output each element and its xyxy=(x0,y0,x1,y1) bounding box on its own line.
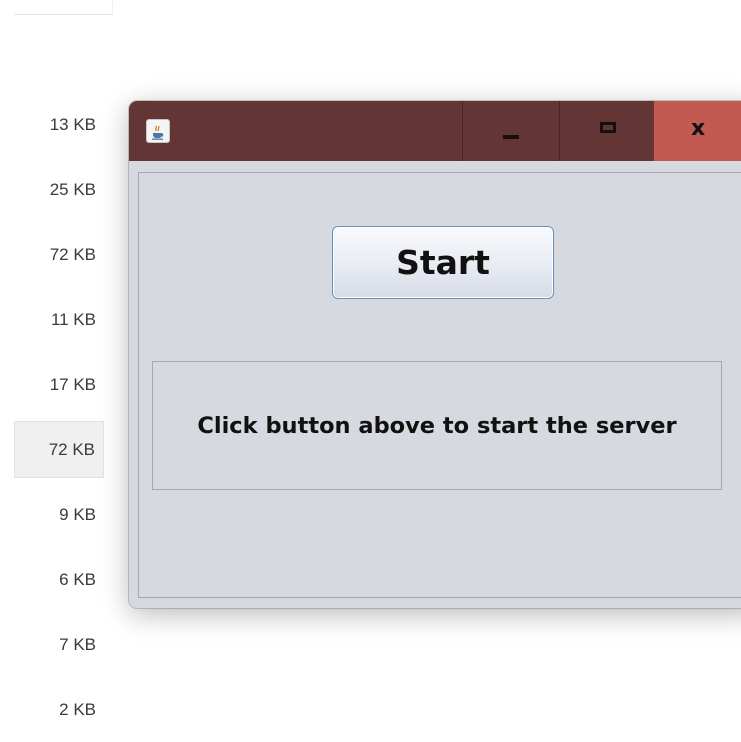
file-size-cell: 25 KB xyxy=(49,180,96,199)
status-panel: Click button above to start the server xyxy=(152,361,722,490)
file-size-cell: 2 KB xyxy=(59,700,96,719)
file-size-column: 13 KB 25 KB 72 KB 11 KB 17 KB 72 KB 9 KB… xyxy=(14,92,104,742)
java-cup-icon[interactable] xyxy=(146,119,170,143)
file-size-cell-selected[interactable]: 72 KB xyxy=(14,421,104,478)
minimize-button[interactable] xyxy=(462,101,559,161)
file-size-cell: 17 KB xyxy=(49,375,96,394)
start-button[interactable]: Start xyxy=(332,226,554,299)
file-size-cell: 9 KB xyxy=(59,505,96,524)
close-icon: x xyxy=(691,116,706,141)
window-content-panel: Start Click button above to start the se… xyxy=(138,172,741,598)
file-size-cell: 6 KB xyxy=(59,570,96,589)
file-size-cell: 11 KB xyxy=(50,310,96,329)
maximize-button[interactable] xyxy=(559,101,654,161)
background-column-header xyxy=(14,0,113,15)
status-message: Click button above to start the server xyxy=(197,412,677,439)
server-window: x Start Click button above to start the … xyxy=(129,101,741,608)
file-size-cell: 13 KB xyxy=(49,115,96,134)
maximize-icon xyxy=(600,122,616,133)
close-button[interactable]: x xyxy=(654,101,741,161)
file-size-cell: 7 KB xyxy=(59,635,96,654)
minimize-icon xyxy=(503,135,519,139)
window-titlebar[interactable]: x xyxy=(129,101,741,161)
file-size-cell: 72 KB xyxy=(49,245,96,264)
